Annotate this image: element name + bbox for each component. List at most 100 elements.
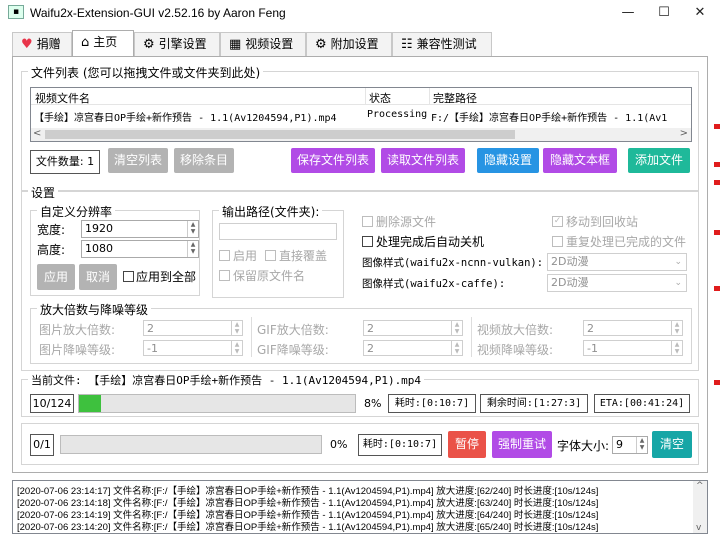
- remove-item-button[interactable]: 移除条目: [174, 148, 234, 173]
- style-ncnn-select[interactable]: 2D动漫 ⌄: [547, 253, 687, 271]
- file-progress-percent: 8%: [364, 397, 382, 410]
- column-header-status[interactable]: 状态: [369, 90, 391, 106]
- width-spinner[interactable]: ▲ ▼: [187, 221, 198, 237]
- video-denoise-label: 视频降噪等级:: [477, 343, 554, 357]
- delete-source-checkbox[interactable]: [362, 216, 373, 227]
- cancel-resolution-button[interactable]: 取消: [79, 264, 117, 290]
- apply-resolution-button[interactable]: 应用: [37, 264, 75, 290]
- image-denoise-input[interactable]: -1 ▲ ▼: [143, 340, 243, 356]
- pause-button[interactable]: 暂停: [448, 431, 486, 458]
- close-button[interactable]: ✕: [680, 0, 720, 26]
- remaining-time: 剩余时间:[1:27:3]: [480, 394, 588, 413]
- background-window-fragment: [714, 230, 720, 235]
- minimize-button[interactable]: —: [608, 0, 648, 26]
- current-file-group: 当前文件: 【手绘】凉宫春日OP手绘+新作预告 - 1.1(Av1204594,…: [21, 372, 699, 417]
- overwrite-label: 直接覆盖: [279, 249, 328, 263]
- tab-label: 视频设置: [245, 37, 294, 51]
- style-caffe-select[interactable]: 2D动漫 ⌄: [547, 274, 687, 292]
- tab-extra-settings[interactable]: ⚙ 附加设置: [306, 32, 392, 56]
- hide-textbox-button[interactable]: 隐藏文本框: [543, 148, 617, 173]
- video-denoise-value: -1: [587, 342, 598, 355]
- tab-video-settings[interactable]: ▦ 视频设置: [220, 32, 306, 56]
- scale-denoise-group: 放大倍数与降噪等级 图片放大倍数: 2 ▲ ▼ 图片降噪等级: -1 ▲ ▼ GIF…: [30, 301, 692, 364]
- gif-denoise-input[interactable]: 2 ▲ ▼: [363, 340, 463, 356]
- style-caffe-label: 图像样式(waifu2x-caffe):: [362, 278, 506, 290]
- spinner-icon[interactable]: ▲ ▼: [671, 321, 682, 335]
- gif-denoise-label: GIF降噪等级:: [257, 343, 329, 357]
- scroll-thumb[interactable]: [45, 130, 515, 139]
- enable-output-checkbox[interactable]: [219, 250, 230, 261]
- spinner-icon[interactable]: ▲ ▼: [231, 341, 242, 355]
- move-to-recycle-checkbox[interactable]: ✓: [552, 216, 563, 227]
- reprocess-checkbox[interactable]: [552, 236, 563, 247]
- gif-scale-value: 2: [367, 322, 374, 335]
- shutdown-checkbox[interactable]: [362, 236, 373, 247]
- hide-settings-button[interactable]: 隐藏设置: [477, 148, 539, 173]
- video-scale-value: 2: [587, 322, 594, 335]
- title-bar: ▪ Waifu2x-Extension-GUI v2.52.16 by Aaro…: [0, 0, 720, 26]
- tab-label: 附加设置: [330, 37, 379, 51]
- tab-label: 主页: [93, 35, 118, 49]
- gif-scale-input[interactable]: 2 ▲ ▼: [363, 320, 463, 336]
- keep-filename-label: 保留原文件名: [233, 269, 306, 283]
- video-scale-input[interactable]: 2 ▲ ▼: [583, 320, 683, 336]
- maximize-button[interactable]: ☐: [644, 0, 684, 26]
- total-elapsed-time: 耗时:[0:10:7]: [358, 434, 442, 456]
- tab-home[interactable]: ⌂ 主页: [72, 30, 134, 57]
- file-progress-fill: [79, 395, 102, 412]
- tab-label: 兼容性测试: [416, 37, 477, 51]
- add-file-button[interactable]: 添加文件: [628, 148, 690, 173]
- enable-output-label: 启用: [233, 249, 258, 263]
- home-pane: 文件列表 (您可以拖拽文件或文件夹到此处) 视频文件名 状态 完整路径 【手绘】…: [12, 56, 708, 473]
- custom-resolution-group: 自定义分辨率 宽度: 1920 ▲ ▼ 高度: 1080 ▲ ▼ 应用 取消 应用到…: [30, 203, 200, 296]
- log-textbox[interactable]: [2020-07-06 23:14:17] 文件名称:[F:/【手绘】凉宫春日O…: [12, 480, 708, 534]
- tab-donate[interactable]: ♥ 捐赠: [12, 32, 72, 56]
- keep-filename-checkbox[interactable]: [219, 270, 230, 281]
- scroll-left-arrow-icon[interactable]: <: [33, 128, 41, 139]
- save-file-list-button[interactable]: 保存文件列表: [291, 148, 375, 173]
- height-value: 1080: [85, 242, 113, 255]
- width-value: 1920: [85, 222, 113, 235]
- horizontal-scrollbar[interactable]: < >: [31, 128, 691, 141]
- output-path-legend: 输出路径(文件夹):: [219, 203, 323, 220]
- image-scale-input[interactable]: 2 ▲ ▼: [143, 320, 243, 336]
- gif-denoise-value: 2: [367, 342, 374, 355]
- tab-label: 捐赠: [36, 37, 61, 51]
- font-size-input[interactable]: 9 ▲ ▼: [612, 436, 648, 454]
- height-spinner[interactable]: ▲ ▼: [187, 241, 198, 257]
- clear-list-button[interactable]: 清空列表: [108, 148, 168, 173]
- log-line: [2020-07-06 23:14:20] 文件名称:[F:/【手绘】凉宫春日O…: [17, 522, 599, 533]
- scroll-down-arrow-icon[interactable]: v: [696, 523, 701, 533]
- scroll-up-arrow-icon[interactable]: ^: [696, 481, 704, 491]
- column-header-path[interactable]: 完整路径: [433, 90, 477, 106]
- force-retry-button[interactable]: 强制重试: [492, 431, 552, 458]
- spinner-icon[interactable]: ▲ ▼: [231, 321, 242, 335]
- image-denoise-value: -1: [147, 342, 158, 355]
- tab-engine-settings[interactable]: ⚙ 引擎设置: [134, 32, 220, 56]
- eta-time: ETA:[00:41:24]: [594, 394, 690, 413]
- width-input[interactable]: 1920 ▲ ▼: [81, 220, 199, 238]
- log-scrollbar[interactable]: ^ v: [693, 481, 707, 533]
- spinner-icon[interactable]: ▲ ▼: [451, 321, 462, 335]
- scroll-right-arrow-icon[interactable]: >: [680, 128, 688, 139]
- spinner-icon[interactable]: ▲ ▼: [451, 341, 462, 355]
- clear-log-button[interactable]: 清空: [652, 431, 692, 458]
- table-row[interactable]: 【手绘】凉宫春日OP手绘+新作预告 - 1.1(Av1204594,P1).mp…: [31, 107, 691, 125]
- style-caffe-value: 2D动漫: [551, 276, 589, 289]
- tab-compatibility-test[interactable]: ☷ 兼容性测试: [392, 32, 492, 56]
- total-progress-group: 0/1 0% 耗时:[0:10:7] 暂停 强制重试 字体大小: 9 ▲ ▼ 清空: [21, 423, 699, 465]
- column-header-filename[interactable]: 视频文件名: [35, 90, 90, 106]
- checklist-icon: ☷: [401, 37, 413, 52]
- overwrite-checkbox[interactable]: [265, 250, 276, 261]
- app-icon: ▪: [8, 5, 24, 19]
- height-label: 高度:: [37, 243, 66, 257]
- height-input[interactable]: 1080 ▲ ▼: [81, 240, 199, 258]
- video-denoise-input[interactable]: -1 ▲ ▼: [583, 340, 683, 356]
- output-path-input[interactable]: [219, 223, 337, 240]
- spinner-icon[interactable]: ▲ ▼: [671, 341, 682, 355]
- apply-to-all-checkbox[interactable]: [123, 271, 134, 282]
- heart-icon: ♥: [21, 37, 33, 52]
- spinner-icon[interactable]: ▲ ▼: [636, 437, 647, 453]
- load-file-list-button[interactable]: 读取文件列表: [381, 148, 465, 173]
- file-table[interactable]: 视频文件名 状态 完整路径 【手绘】凉宫春日OP手绘+新作预告 - 1.1(Av…: [30, 87, 692, 142]
